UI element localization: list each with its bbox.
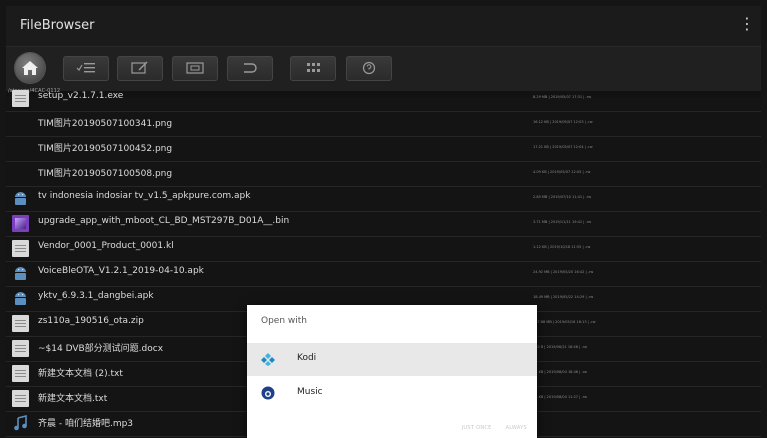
file-name: VoiceBleOTA_V1.2.1_2019-04-10.apk — [38, 266, 204, 276]
file-row[interactable]: TIM图片20190507100508.png 4.09 KB | 2019/05… — [6, 161, 761, 187]
app-title: FileBrowser — [20, 18, 95, 33]
option-music[interactable]: Music — [247, 377, 537, 410]
image-file-icon — [12, 115, 29, 132]
app-frame: FileBrowser ⋮ /storage/4CAC-0112 setup_v… — [6, 6, 761, 438]
binary-file-icon — [12, 215, 29, 232]
file-row[interactable]: VoiceBleOTA_V1.2.1_2019-04-10.apk 24.92 M… — [6, 261, 761, 287]
file-row[interactable]: TIM图片20190507100452.png 17.21 KB | 2019/0… — [6, 136, 761, 162]
grid-icon — [307, 63, 320, 72]
file-row[interactable]: TIM图片20190507100341.png 16.12 KB | 2019/0… — [6, 111, 761, 137]
edit-icon — [131, 61, 148, 74]
file-name: zs110a_190516_ota.zip — [38, 316, 144, 326]
file-name: ~$14 DVB部分测试问题.docx — [38, 344, 164, 354]
file-meta: 2.80 MB | 2019/07/10 11:41 | -rw — [533, 195, 592, 199]
undo-icon — [244, 63, 257, 73]
file-meta: 18.49 MB | 2019/05/22 14:29 | -rw — [533, 295, 594, 299]
open-with-dialog: Open with Kodi Music JUST ONCE ALWAYS — [247, 305, 537, 438]
file-meta: 16.12 KB | 2019/05/07 12:03 | -rw — [533, 120, 593, 124]
image-file-icon — [12, 165, 29, 182]
file-name: Vendor_0001_Product_0001.kl — [38, 241, 174, 251]
file-icon — [12, 315, 29, 332]
file-meta: 4.09 KB | 2019/05/07 12:05 | -rw — [533, 170, 591, 174]
file-icon — [12, 90, 29, 107]
file-name: 新建文本文档 (2).txt — [38, 369, 123, 379]
file-icon — [12, 240, 29, 257]
file-meta: 327.68 MB | 2019/05/16 16:13 | -rw — [533, 320, 596, 324]
file-icon — [12, 340, 29, 357]
file-name: 新建文本文档.txt — [38, 394, 108, 404]
help-icon — [362, 61, 376, 75]
apk-file-icon — [12, 290, 29, 307]
image-file-icon — [12, 140, 29, 157]
file-name: tv indonesia indosiar tv_v1.5_apkpure.co… — [38, 191, 251, 201]
file-meta: 8.29 MB | 2019/05/07 17:31 | -rw — [533, 95, 592, 99]
home-icon — [22, 61, 38, 75]
back-button[interactable] — [227, 56, 273, 81]
help-button[interactable] — [346, 56, 392, 81]
file-icon — [12, 390, 29, 407]
file-row[interactable]: setup_v2.1.7.1.exe 8.29 MB | 2019/05/07 1… — [6, 86, 761, 112]
file-meta: 24.92 MB | 2019/05/20 16:42 | -rw — [533, 270, 594, 274]
file-meta: 48 KB | 2019/08/04 11:27 | -rw — [533, 395, 588, 399]
dialog-title: Open with — [261, 316, 307, 326]
file-meta: 17.21 KB | 2019/05/07 12:04 | -rw — [533, 145, 593, 149]
checklist-icon — [76, 63, 95, 73]
file-row[interactable]: Vendor_0001_Product_0001.kl 1.12 KB | 201… — [6, 236, 761, 262]
home-button[interactable] — [15, 53, 45, 83]
file-name: upgrade_app_with_mboot_CL_BD_MST297B_D01… — [38, 216, 290, 226]
dialog-buttons: JUST ONCE ALWAYS — [450, 425, 527, 431]
option-label: Music — [297, 387, 323, 397]
file-name: yktv_6.9.3.1_dangbei.apk — [38, 291, 154, 301]
window-icon — [186, 62, 204, 74]
option-label: Kodi — [297, 353, 317, 363]
just-once-button[interactable]: JUST ONCE — [462, 425, 492, 431]
view-button[interactable] — [172, 56, 218, 81]
apk-file-icon — [12, 265, 29, 282]
always-button[interactable]: ALWAYS — [506, 425, 527, 431]
title-bar: FileBrowser ⋮ — [6, 6, 761, 46]
overflow-menu-icon[interactable]: ⋮ — [739, 16, 755, 32]
apk-file-icon — [12, 190, 29, 207]
file-name: 齐晨 - 咱们结婚吧.mp3 — [38, 419, 134, 429]
file-meta: 162 B | 2019/06/21 18:46 | -rw — [533, 345, 587, 349]
file-name: setup_v2.1.7.1.exe — [38, 91, 124, 101]
file-name: TIM图片20190507100341.png — [38, 119, 173, 129]
file-name: TIM图片20190507100508.png — [38, 169, 173, 179]
grid-view-button[interactable] — [290, 56, 336, 81]
option-kodi[interactable]: Kodi — [247, 343, 537, 376]
file-icon — [12, 365, 29, 382]
file-meta: 1.12 KB | 2019/10/18 11:55 | -rw — [533, 245, 591, 249]
multi-select-button[interactable] — [63, 56, 109, 81]
music-file-icon — [12, 414, 29, 432]
file-row[interactable]: upgrade_app_with_mboot_CL_BD_MST297B_D01… — [6, 211, 761, 237]
file-meta: 3.71 MB | 2019/11/11 19:41 | -rw — [533, 220, 592, 224]
edit-button[interactable] — [117, 56, 163, 81]
file-row[interactable]: tv indonesia indosiar tv_v1.5_apkpure.co… — [6, 186, 761, 212]
file-name: TIM图片20190507100452.png — [38, 144, 173, 154]
kodi-icon — [261, 353, 275, 366]
file-meta: 43 KB | 2019/08/04 18:46 | -rw — [533, 370, 588, 374]
music-app-icon — [261, 386, 275, 400]
